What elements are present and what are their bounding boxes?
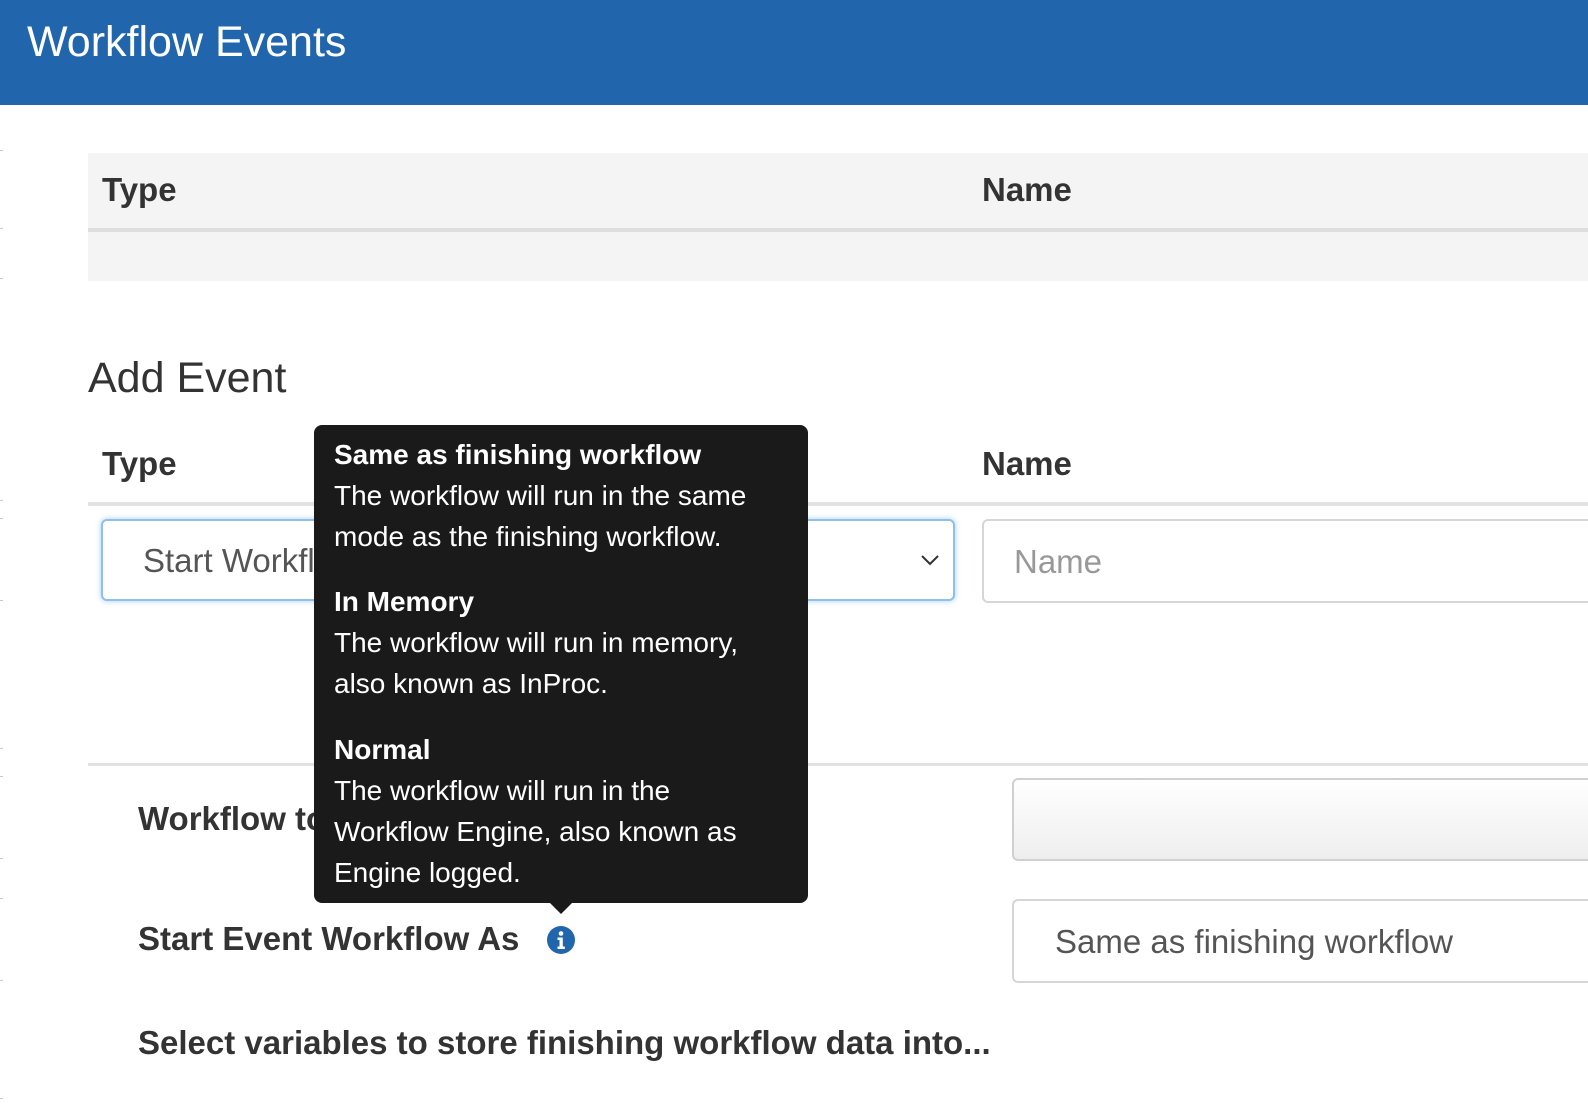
add-event-title: Add Event: [88, 354, 287, 402]
tooltip-arrow: [549, 902, 573, 914]
start-mode-select[interactable]: Same as finishing workflow: [1012, 899, 1588, 983]
events-table-header-name: Name: [982, 171, 1072, 208]
tooltip-option-description: The workflow will run in memory, also kn…: [334, 627, 739, 699]
event-name-input[interactable]: Name: [982, 519, 1588, 603]
events-table-divider: [88, 228, 1588, 232]
add-event-header-type: Type: [102, 445, 177, 482]
tooltip-option-description: The workflow will run in the Workflow En…: [334, 775, 737, 888]
start-mode-label: Start Event Workflow As: [138, 920, 520, 957]
workflow-to-start-select[interactable]: [1012, 778, 1588, 861]
info-icon[interactable]: [546, 925, 576, 955]
add-event-divider: [88, 502, 1588, 506]
events-table: Type Name: [88, 153, 1588, 281]
event-name-placeholder: Name: [1014, 543, 1103, 580]
tooltip-option-title: In Memory: [334, 586, 475, 617]
variables-section-label: Select variables to store finishing work…: [138, 1024, 991, 1061]
page-title: Workflow Events: [27, 18, 347, 66]
tooltip-option-title: Same as finishing workflow: [334, 439, 702, 470]
add-event-header-name: Name: [982, 445, 1072, 482]
tooltip-option-description: The workflow will run in the same mode a…: [334, 480, 747, 552]
left-edge-markers: [0, 150, 4, 1110]
chevron-down-icon: [921, 555, 939, 566]
page-header: Workflow Events: [0, 0, 1588, 105]
start-mode-select-value: Same as finishing workflow: [1055, 923, 1453, 960]
settings-divider: [88, 763, 1588, 766]
events-table-header-type: Type: [102, 171, 177, 208]
tooltip-option-title: Normal: [334, 734, 431, 765]
start-mode-tooltip: Same as finishing workflow The workflow …: [314, 425, 808, 903]
